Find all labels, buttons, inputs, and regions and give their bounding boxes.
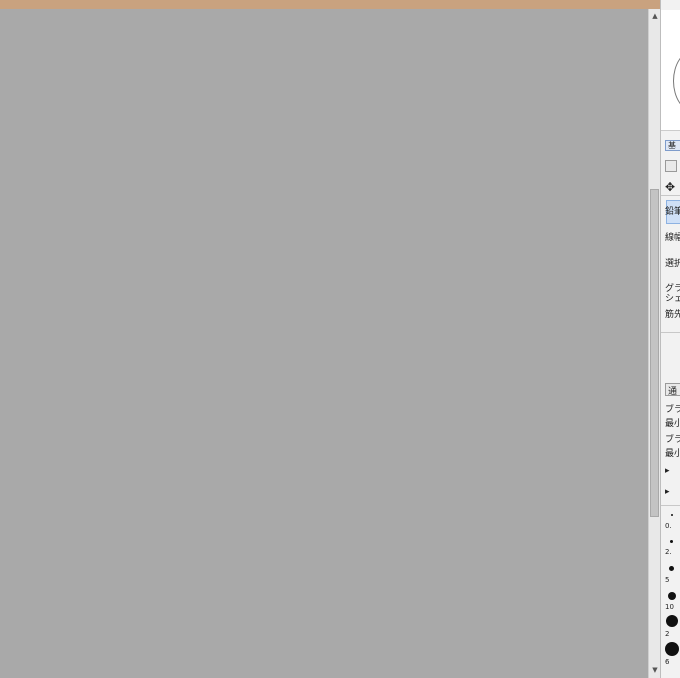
tool-panel: 基 ✥ 鉛筆 線幅 選択 グラ シェ 筋先 通 ブラ 最小 ブラ 最小 ▸ ▸ … — [660, 0, 680, 678]
panel-separator — [661, 332, 680, 333]
brush-size-dot[interactable] — [671, 514, 673, 516]
tool-item-5[interactable]: シェ — [665, 291, 680, 304]
brush-size-dot[interactable] — [670, 540, 673, 543]
brush-size-dot[interactable] — [668, 592, 676, 600]
brush-size-label: 2. — [665, 548, 672, 556]
blend-mode-select[interactable]: 通 — [665, 383, 680, 397]
panel-separator — [661, 195, 680, 196]
brush-size-dot[interactable] — [665, 642, 679, 656]
expand-arrow-icon[interactable]: ▸ — [665, 466, 670, 476]
panel-separator — [661, 505, 680, 506]
brush-size-label: 0. — [665, 522, 672, 530]
brush-size-label: 5 — [665, 576, 670, 584]
brush-size-label: 2 — [665, 630, 670, 638]
canvas-area[interactable] — [0, 9, 648, 678]
panel-tab[interactable]: 基 — [665, 140, 680, 151]
navigator-circle — [673, 50, 680, 112]
scrollbar-thumb[interactable] — [650, 189, 659, 517]
brush-size-label: 10 — [665, 603, 674, 611]
brush-size-dot[interactable] — [666, 615, 678, 627]
expand-arrow-icon[interactable]: ▸ — [665, 487, 670, 497]
brush-label-2: ブラ — [665, 435, 680, 445]
min-label-1: 最小 — [665, 419, 680, 429]
canvas-vertical-scrollbar[interactable]: ▲ ▼ — [648, 9, 660, 678]
brush-size-dot[interactable] — [669, 566, 674, 571]
select-rect-icon[interactable] — [665, 160, 677, 172]
scroll-up-arrow-icon[interactable]: ▲ — [650, 11, 660, 22]
brush-size-label: 6 — [665, 658, 670, 666]
tool-item-2[interactable]: 線幅 — [665, 230, 680, 243]
navigator-preview[interactable] — [661, 10, 680, 131]
tool-item-3[interactable]: 選択 — [665, 256, 680, 269]
brush-label-1: ブラ — [665, 405, 680, 415]
tool-item-6[interactable]: 筋先 — [665, 307, 680, 320]
move-icon[interactable]: ✥ — [665, 180, 675, 194]
scroll-down-arrow-icon[interactable]: ▼ — [650, 665, 660, 676]
window-top-strip — [0, 0, 660, 9]
tool-item-1[interactable]: 鉛筆 — [665, 204, 680, 217]
min-label-2: 最小 — [665, 449, 680, 459]
